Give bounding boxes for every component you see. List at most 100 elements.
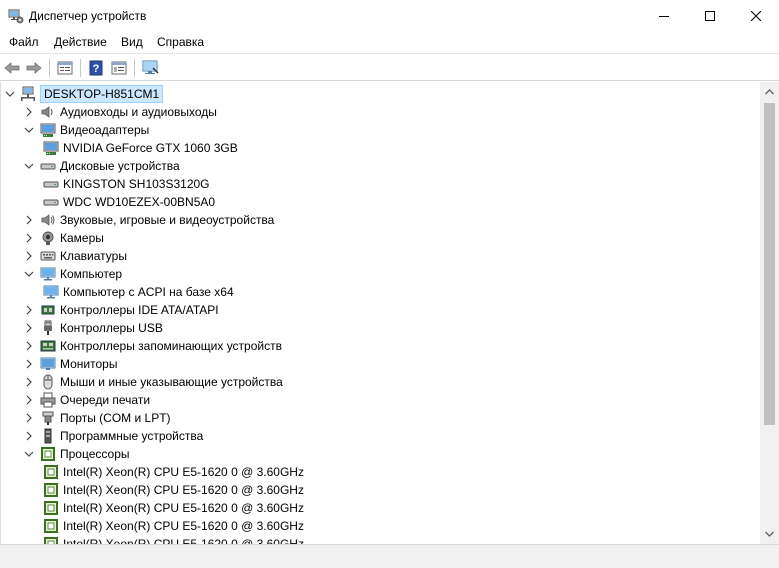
scan-hardware-button[interactable] [141, 58, 161, 78]
tree-node-label: Intel(R) Xeon(R) CPU E5-1620 0 @ 3.60GHz [63, 465, 304, 479]
show-hidden-icon [111, 61, 127, 75]
show-hidden-button[interactable] [109, 58, 129, 78]
processor-icon [44, 537, 58, 544]
toolbar: ? [0, 53, 779, 81]
speaker-icon [41, 214, 55, 226]
computer-icon [43, 285, 59, 299]
tree-category-node[interactable]: Процессоры [24, 445, 130, 463]
chevron-down-icon[interactable] [24, 269, 34, 279]
tree-category-node[interactable]: Контроллеры запоминающих устройств [24, 337, 282, 355]
storage-controller-icon [40, 340, 56, 352]
tree-category-node[interactable]: Порты (COM и LPT) [24, 409, 171, 427]
tree-category-node[interactable]: Компьютер [24, 265, 122, 283]
chevron-right-icon[interactable] [24, 431, 34, 441]
usb-icon [44, 320, 52, 335]
tree-node-label: Программные устройства [60, 429, 204, 443]
device-tree: DESKTOP-H851CM1 Аудиовходы и аудиовыходы… [0, 82, 760, 544]
tree-node-label: Intel(R) Xeon(R) CPU E5-1620 0 @ 3.60GHz [63, 537, 304, 544]
chevron-down-icon[interactable] [24, 449, 34, 459]
forward-arrow-icon [26, 62, 42, 74]
tree-node-label: Процессоры [60, 447, 130, 461]
properties-button[interactable] [55, 58, 75, 78]
menu-view[interactable]: Вид [121, 34, 143, 50]
chevron-right-icon[interactable] [24, 215, 34, 225]
vertical-scrollbar[interactable] [760, 82, 779, 544]
processor-icon [44, 483, 58, 497]
minimize-icon [659, 15, 669, 17]
processor-icon [41, 447, 55, 461]
help-icon: ? [89, 60, 103, 76]
tree-category-node[interactable]: Дисковые устройства [24, 157, 180, 175]
menu-file[interactable]: Файл [9, 34, 39, 50]
scroll-down-arrow-icon[interactable] [765, 530, 774, 538]
help-button[interactable]: ? [86, 58, 106, 78]
tree-node-label: Очереди печати [60, 393, 151, 407]
tree-device-node[interactable]: Intel(R) Xeon(R) CPU E5-1620 0 @ 3.60GHz [43, 535, 304, 544]
tree-node-label: Мониторы [60, 357, 118, 371]
chevron-right-icon[interactable] [24, 359, 34, 369]
svg-text:?: ? [93, 63, 100, 75]
tree-device-node[interactable]: KINGSTON SH103S3120G [43, 175, 210, 193]
tree-device-node[interactable]: NVIDIA GeForce GTX 1060 3GB [43, 139, 238, 157]
tree-category-node[interactable]: Мониторы [24, 355, 117, 373]
tree-category-node[interactable]: Аудиовходы и аудиовыходы [24, 103, 217, 121]
tree-device-node[interactable]: Компьютер с ACPI на базе x64 [43, 283, 234, 301]
chevron-right-icon[interactable] [24, 107, 34, 117]
chevron-right-icon[interactable] [24, 323, 34, 333]
back-button[interactable] [2, 58, 22, 78]
menu-action[interactable]: Действие [54, 34, 107, 50]
tree-category-node[interactable]: Камеры [24, 229, 104, 247]
close-button[interactable] [733, 0, 779, 31]
chevron-right-icon[interactable] [24, 377, 34, 387]
processor-icon [44, 501, 58, 515]
close-icon [751, 10, 761, 21]
computer-name-label: DESKTOP-H851CM1 [40, 85, 164, 103]
chevron-down-icon[interactable] [5, 89, 15, 99]
maximize-button[interactable] [687, 0, 733, 31]
display-adapter-icon [43, 141, 59, 155]
monitor-icon [40, 357, 56, 370]
tree-node-label: Клавиатуры [60, 249, 127, 263]
chevron-down-icon[interactable] [24, 125, 34, 135]
forward-button[interactable] [24, 58, 44, 78]
tree-device-node[interactable]: Intel(R) Xeon(R) CPU E5-1620 0 @ 3.60GHz [43, 463, 304, 481]
tree-device-node[interactable]: Intel(R) Xeon(R) CPU E5-1620 0 @ 3.60GHz [43, 499, 304, 517]
tree-category-node[interactable]: Видеоадаптеры [24, 121, 149, 139]
tree-node-label: Контроллеры запоминающих устройств [60, 339, 282, 353]
tree-device-node[interactable]: Intel(R) Xeon(R) CPU E5-1620 0 @ 3.60GHz [43, 517, 304, 535]
tree-node-label: Контроллеры IDE ATA/ATAPI [60, 303, 219, 317]
tree-category-node[interactable]: Контроллеры IDE ATA/ATAPI [24, 301, 219, 319]
menu-bar: Файл Действие Вид Справка [0, 31, 779, 53]
scrollbar-thumb[interactable] [764, 103, 775, 425]
computer-icon [40, 267, 56, 281]
tree-category-node[interactable]: Очереди печати [24, 391, 150, 409]
properties-icon [57, 61, 73, 75]
chevron-right-icon[interactable] [24, 305, 34, 315]
minimize-button[interactable] [641, 0, 687, 31]
disk-drive-icon [40, 163, 56, 170]
tree-node-label: Контроллеры USB [60, 321, 163, 335]
chevron-right-icon[interactable] [24, 341, 34, 351]
menu-help[interactable]: Справка [157, 34, 204, 50]
tree-category-node[interactable]: Звуковые, игровые и видеоустройства [24, 211, 274, 229]
camera-icon [42, 231, 54, 245]
chevron-right-icon[interactable] [24, 395, 34, 405]
tree-node-label: Камеры [60, 231, 104, 245]
tree-category-node[interactable]: Контроллеры USB [24, 319, 163, 337]
scroll-up-arrow-icon[interactable] [765, 88, 774, 96]
tree-node-label: Intel(R) Xeon(R) CPU E5-1620 0 @ 3.60GHz [63, 519, 304, 533]
chevron-down-icon[interactable] [24, 161, 34, 171]
tree-device-node[interactable]: Intel(R) Xeon(R) CPU E5-1620 0 @ 3.60GHz [43, 481, 304, 499]
tree-device-node[interactable]: WDC WD10EZEX-00BN5A0 [43, 193, 215, 211]
audio-io-icon [41, 106, 53, 118]
chevron-right-icon[interactable] [24, 233, 34, 243]
tree-category-node[interactable]: Мыши и иные указывающие устройства [24, 373, 283, 391]
tree-node-label: Аудиовходы и аудиовыходы [60, 105, 217, 119]
tree-category-node[interactable]: Программные устройства [24, 427, 203, 445]
tree-node-label: Дисковые устройства [60, 159, 180, 173]
tree-category-node[interactable]: Клавиатуры [24, 247, 127, 265]
tree-node-label: KINGSTON SH103S3120G [63, 177, 210, 191]
tree-root-node[interactable]: DESKTOP-H851CM1 [5, 85, 164, 103]
chevron-right-icon[interactable] [24, 251, 34, 261]
chevron-right-icon[interactable] [24, 413, 34, 423]
